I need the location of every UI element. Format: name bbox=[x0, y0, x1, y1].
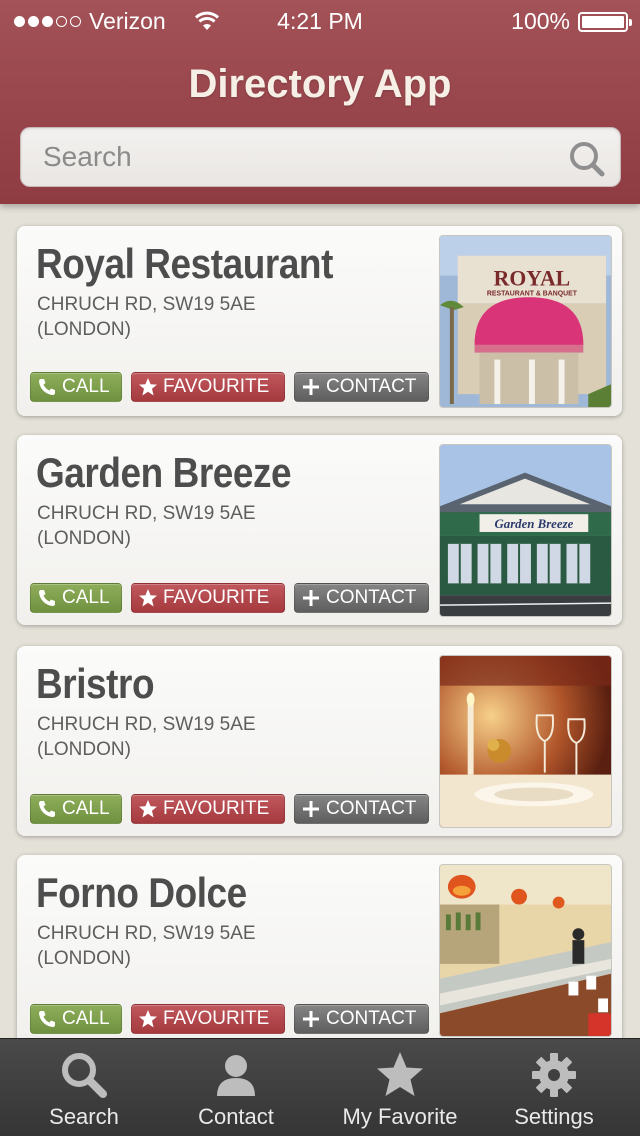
tab-my-favorite[interactable]: My Favorite bbox=[320, 1039, 480, 1136]
star-icon bbox=[139, 589, 157, 607]
address-line1: CHRUCH RD, SW19 5AE bbox=[37, 923, 256, 944]
contact-button[interactable]: CONTACT bbox=[294, 372, 429, 402]
person-icon bbox=[217, 1055, 255, 1096]
address-line2: (LONDON) bbox=[37, 948, 131, 969]
listing-name: Royal Restaurant bbox=[36, 240, 333, 287]
listing-list[interactable]: Royal Restaurant CHRUCH RD, SW19 5AE (LO… bbox=[0, 204, 640, 1038]
plus-icon bbox=[303, 590, 319, 606]
battery-icon bbox=[578, 12, 632, 32]
call-button[interactable]: CALL bbox=[30, 583, 122, 613]
listing-address: CHRUCH RD, SW19 5AE (LONDON) bbox=[37, 921, 437, 971]
search-icon[interactable] bbox=[568, 140, 606, 178]
call-label: CALL bbox=[62, 798, 110, 819]
garden-breeze-photo: Garden Breeze bbox=[440, 445, 611, 616]
status-bar: Verizon 4:21 PM 100% bbox=[0, 0, 640, 44]
photo-sign: Garden Breeze bbox=[495, 517, 574, 531]
listing-photo[interactable] bbox=[439, 864, 612, 1037]
listing-name: Garden Breeze bbox=[36, 449, 292, 496]
contact-label: CONTACT bbox=[326, 798, 417, 819]
phone-icon bbox=[39, 379, 55, 395]
bistro-photo bbox=[440, 656, 611, 827]
listing-photo[interactable]: Garden Breeze bbox=[439, 444, 612, 617]
tab-label: Contact bbox=[198, 1104, 274, 1129]
listing-name: Bristro bbox=[36, 660, 155, 707]
favourite-button[interactable]: FAVOURITE bbox=[131, 794, 285, 824]
photo-subsign: RESTAURANT & BANQUET bbox=[487, 290, 578, 297]
listing-address: CHRUCH RD, SW19 5AE (LONDON) bbox=[37, 292, 437, 342]
address-line1: CHRUCH RD, SW19 5AE bbox=[37, 714, 256, 735]
star-icon bbox=[139, 1010, 157, 1028]
call-label: CALL bbox=[62, 376, 110, 397]
contact-label: CONTACT bbox=[326, 376, 417, 397]
listing-name: Forno Dolce bbox=[36, 869, 247, 916]
star-icon bbox=[139, 378, 157, 396]
call-label: CALL bbox=[62, 587, 110, 608]
listing-card[interactable]: Royal Restaurant CHRUCH RD, SW19 5AE (LO… bbox=[17, 226, 622, 416]
phone-icon bbox=[39, 1011, 55, 1027]
address-line2: (LONDON) bbox=[37, 528, 131, 549]
call-button[interactable]: CALL bbox=[30, 1004, 122, 1034]
favourite-button[interactable]: FAVOURITE bbox=[131, 583, 285, 613]
tab-label: Search bbox=[49, 1104, 119, 1129]
tab-label: Settings bbox=[514, 1104, 594, 1129]
address-line1: CHRUCH RD, SW19 5AE bbox=[37, 503, 256, 524]
search-bar[interactable] bbox=[20, 127, 621, 187]
magnifier-icon bbox=[62, 1053, 107, 1098]
call-button[interactable]: CALL bbox=[30, 794, 122, 824]
favourite-button[interactable]: FAVOURITE bbox=[131, 372, 285, 402]
forno-dolce-photo bbox=[440, 865, 611, 1036]
call-button[interactable]: CALL bbox=[30, 372, 122, 402]
tab-bar: Search Contact My Favorite Settings bbox=[0, 1038, 640, 1136]
royal-restaurant-photo: ROYAL RESTAURANT & BANQUET bbox=[440, 236, 611, 407]
plus-icon bbox=[303, 379, 319, 395]
listing-card[interactable]: Forno Dolce CHRUCH RD, SW19 5AE (LONDON)… bbox=[17, 855, 622, 1038]
plus-icon bbox=[303, 801, 319, 817]
favourite-label: FAVOURITE bbox=[163, 1008, 270, 1029]
photo-sign: ROYAL bbox=[494, 266, 571, 290]
tab-settings[interactable]: Settings bbox=[474, 1039, 634, 1136]
battery-percentage: 100% bbox=[511, 8, 570, 34]
listing-photo[interactable] bbox=[439, 655, 612, 828]
favourite-button[interactable]: FAVOURITE bbox=[131, 1004, 285, 1034]
plus-icon bbox=[303, 1011, 319, 1027]
listing-photo[interactable]: ROYAL RESTAURANT & BANQUET bbox=[439, 235, 612, 408]
tab-label: My Favorite bbox=[342, 1104, 458, 1129]
page-title: Directory App bbox=[188, 62, 452, 106]
favourite-label: FAVOURITE bbox=[163, 587, 270, 608]
star-icon bbox=[377, 1052, 423, 1096]
app-header: Verizon 4:21 PM 100% Directory App bbox=[0, 0, 640, 204]
listing-card[interactable]: Bristro CHRUCH RD, SW19 5AE (LONDON) CAL… bbox=[17, 646, 622, 836]
contact-button[interactable]: CONTACT bbox=[294, 583, 429, 613]
contact-label: CONTACT bbox=[326, 1008, 417, 1029]
tab-search[interactable]: Search bbox=[4, 1039, 164, 1136]
gear-icon bbox=[532, 1053, 576, 1097]
address-line2: (LONDON) bbox=[37, 739, 131, 760]
address-line1: CHRUCH RD, SW19 5AE bbox=[37, 294, 256, 315]
favourite-label: FAVOURITE bbox=[163, 798, 270, 819]
favourite-label: FAVOURITE bbox=[163, 376, 270, 397]
phone-icon bbox=[39, 801, 55, 817]
phone-icon bbox=[39, 590, 55, 606]
listing-card[interactable]: Garden Breeze CHRUCH RD, SW19 5AE (LONDO… bbox=[17, 435, 622, 625]
search-input[interactable] bbox=[21, 128, 561, 186]
listing-address: CHRUCH RD, SW19 5AE (LONDON) bbox=[37, 501, 437, 551]
contact-button[interactable]: CONTACT bbox=[294, 794, 429, 824]
address-line2: (LONDON) bbox=[37, 319, 131, 340]
listing-address: CHRUCH RD, SW19 5AE (LONDON) bbox=[37, 712, 437, 762]
star-icon bbox=[139, 800, 157, 818]
call-label: CALL bbox=[62, 1008, 110, 1029]
contact-button[interactable]: CONTACT bbox=[294, 1004, 429, 1034]
contact-label: CONTACT bbox=[326, 587, 417, 608]
tab-contact[interactable]: Contact bbox=[156, 1039, 316, 1136]
